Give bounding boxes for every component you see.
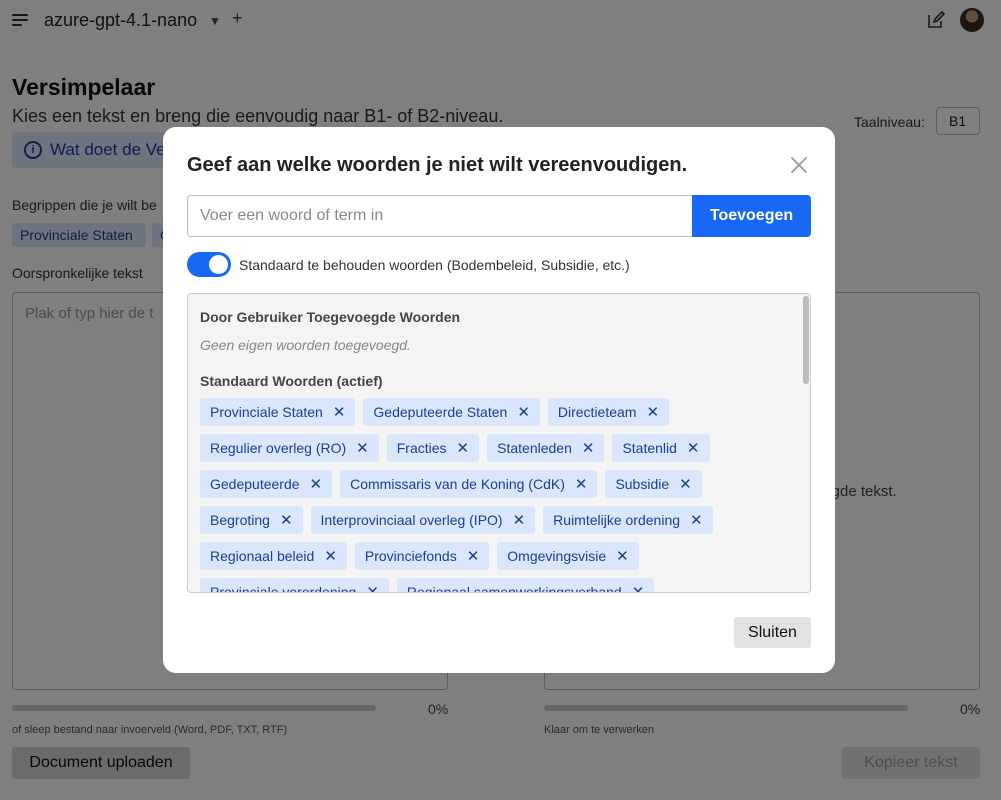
word-chip: Gedeputeerde Staten ✕ bbox=[363, 398, 540, 426]
word-chip: Omgevingsvisie ✕ bbox=[497, 542, 639, 570]
remove-icon[interactable]: ✕ bbox=[310, 477, 323, 492]
word-chip-label: Provinciale Staten bbox=[210, 404, 323, 420]
close-button[interactable]: Sluiten bbox=[734, 617, 811, 648]
word-chip: Commissaris van de Koning (CdK) ✕ bbox=[340, 470, 598, 498]
word-chip: Provinciale Staten ✕ bbox=[200, 398, 356, 426]
word-chip-label: Gedeputeerde bbox=[210, 476, 300, 492]
word-chip-label: Interprovinciaal overleg (IPO) bbox=[320, 512, 503, 528]
word-chip: Ruimtelijke ordening ✕ bbox=[543, 506, 713, 534]
remove-icon[interactable]: ✕ bbox=[632, 585, 645, 593]
word-chip: Directieteam ✕ bbox=[547, 398, 670, 426]
word-chip-label: Regulier overleg (RO) bbox=[210, 440, 347, 456]
word-list-panel[interactable]: Door Gebruiker Toegevoegde Woorden Geen … bbox=[187, 293, 811, 593]
word-chip: Provinciefonds ✕ bbox=[354, 542, 490, 570]
word-chip: Statenleden ✕ bbox=[487, 434, 605, 462]
remove-icon[interactable]: ✕ bbox=[467, 549, 480, 564]
word-input[interactable] bbox=[187, 195, 693, 237]
user-words-heading: Door Gebruiker Toegevoegde Woorden bbox=[200, 309, 461, 325]
remove-icon[interactable]: ✕ bbox=[333, 405, 346, 420]
remove-icon[interactable]: ✕ bbox=[575, 477, 588, 492]
word-chip-label: Regionaal samenwerkingsverband bbox=[406, 584, 622, 593]
word-chip: Fracties ✕ bbox=[386, 434, 480, 462]
word-chip-label: Statenleden bbox=[497, 440, 572, 456]
remove-icon[interactable]: ✕ bbox=[324, 549, 337, 564]
remove-icon[interactable]: ✕ bbox=[687, 441, 700, 456]
word-chip: Statenlid ✕ bbox=[612, 434, 710, 462]
word-chip: Gedeputeerde ✕ bbox=[200, 470, 333, 498]
word-chip-label: Omgevingsvisie bbox=[507, 548, 607, 564]
word-chip: Regionaal samenwerkingsverband ✕ bbox=[396, 578, 655, 593]
remove-icon[interactable]: ✕ bbox=[582, 441, 595, 456]
add-word-button[interactable]: Toevoegen bbox=[692, 195, 811, 237]
word-chip-label: Directieteam bbox=[557, 404, 637, 420]
remove-icon[interactable]: ✕ bbox=[356, 441, 369, 456]
remove-icon[interactable]: ✕ bbox=[457, 441, 470, 456]
word-chip-label: Regionaal beleid bbox=[210, 548, 315, 564]
remove-icon[interactable]: ✕ bbox=[679, 477, 692, 492]
word-chip-label: Provinciale verordening bbox=[210, 584, 357, 593]
word-chip-label: Gedeputeerde Staten bbox=[373, 404, 508, 420]
word-chip-label: Commissaris van de Koning (CdK) bbox=[350, 476, 565, 492]
keep-words-dialog: Geef aan welke woorden je niet wilt vere… bbox=[163, 127, 835, 673]
word-chip: Provinciale verordening ✕ bbox=[200, 578, 389, 593]
word-chip-label: Provinciefonds bbox=[364, 548, 457, 564]
default-words-heading: Standaard Woorden (actief) bbox=[200, 373, 383, 389]
word-chip-label: Subsidie bbox=[615, 476, 670, 492]
word-chip: Begroting ✕ bbox=[200, 506, 303, 534]
word-chip: Subsidie ✕ bbox=[605, 470, 702, 498]
word-chip: Regionaal beleid ✕ bbox=[200, 542, 347, 570]
default-words-toggle[interactable] bbox=[187, 252, 231, 277]
toggle-label: Standaard te behouden woorden (Bodembele… bbox=[239, 257, 630, 273]
remove-icon[interactable]: ✕ bbox=[616, 549, 629, 564]
dialog-title: Geef aan welke woorden je niet wilt vere… bbox=[187, 154, 688, 176]
word-chip-label: Fracties bbox=[396, 440, 447, 456]
word-chip: Regulier overleg (RO) ✕ bbox=[200, 434, 379, 462]
default-words-list: Provinciale Staten ✕ Gedeputeerde Staten ✕ D… bbox=[200, 398, 792, 593]
scrollbar[interactable] bbox=[803, 296, 809, 384]
remove-icon[interactable]: ✕ bbox=[517, 405, 530, 420]
remove-icon[interactable]: ✕ bbox=[513, 513, 526, 528]
word-chip-label: Begroting bbox=[210, 512, 270, 528]
remove-icon[interactable]: ✕ bbox=[690, 513, 703, 528]
remove-icon[interactable]: ✕ bbox=[280, 513, 293, 528]
remove-icon[interactable]: ✕ bbox=[646, 405, 659, 420]
remove-icon[interactable]: ✕ bbox=[366, 585, 379, 593]
word-chip: Interprovinciaal overleg (IPO) ✕ bbox=[310, 506, 536, 534]
word-chip-label: Statenlid bbox=[622, 440, 677, 456]
close-icon[interactable] bbox=[789, 155, 809, 175]
word-chip-label: Ruimtelijke ordening bbox=[553, 512, 681, 528]
user-words-empty: Geen eigen woorden toegevoegd. bbox=[200, 337, 411, 353]
